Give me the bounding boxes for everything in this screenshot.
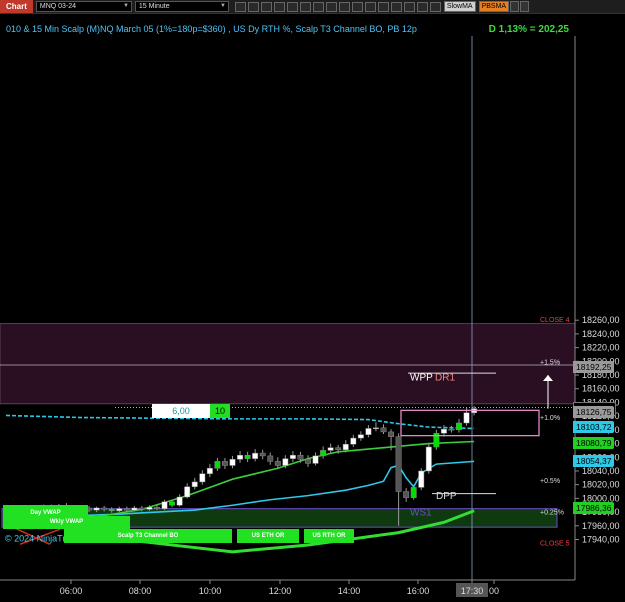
candle-body — [425, 446, 432, 472]
candle-body — [282, 458, 289, 466]
y-tick-label: 17960,00 — [582, 521, 620, 531]
y-tick-label: 17940,00 — [582, 535, 620, 545]
candle-body — [191, 481, 198, 487]
order-count-tag[interactable]: 10 — [210, 404, 230, 419]
candle-body — [123, 508, 130, 511]
candle-body — [176, 496, 183, 506]
candle-body — [342, 443, 349, 450]
chart-annotation: DPP — [436, 491, 457, 502]
y-tick-label: 18220,00 — [582, 343, 620, 353]
chart-annotation: CLOSE 5 — [540, 540, 570, 547]
x-tick-label: 12:00 — [269, 586, 292, 596]
chart-annotation: +0.25% — [540, 510, 564, 517]
candle-body — [199, 473, 206, 483]
candle-body — [146, 507, 153, 510]
x-tick-label: 08:00 — [129, 586, 152, 596]
candle-body — [357, 434, 364, 439]
price-label: 18054,37 — [573, 455, 615, 468]
candle-body — [305, 459, 311, 464]
candle-body — [184, 486, 191, 498]
candlestick-chart[interactable]: 17940,0017960,0017980,0018000,0018020,00… — [0, 0, 625, 602]
indicator-label-box: Scalp T3 Channel BO — [64, 529, 232, 544]
x-tick-label: 06:00 — [60, 586, 83, 596]
price-label: 17986,36 — [573, 501, 615, 514]
candle-body — [138, 507, 145, 510]
indicator-label-box: US RTH OR — [304, 529, 354, 544]
candle-body — [131, 507, 138, 511]
chart-annotation: +0.5% — [540, 478, 560, 485]
price-label: 18103,72 — [573, 421, 615, 434]
chart-title: 010 & 15 Min Scalp (M)NQ March 05 (1%=18… — [6, 24, 417, 34]
candle-body — [252, 452, 259, 459]
x-tick-label: 10:00 — [199, 586, 222, 596]
candle-body — [388, 431, 395, 437]
chart-annotation: DR1 — [435, 373, 455, 384]
candle-body — [229, 459, 236, 466]
candle-body — [274, 461, 281, 466]
indicator-label-box: Wkly VWAP — [3, 515, 130, 529]
candle-body — [448, 428, 455, 431]
candle-body — [116, 508, 123, 511]
x-tick-label: 17:30 — [461, 586, 484, 596]
indicator-label-box: US ETH OR — [237, 529, 299, 544]
chart-annotation: +1.5% — [540, 360, 560, 367]
candle-body — [327, 447, 334, 451]
resistance-zone — [0, 323, 576, 405]
candle-body — [237, 454, 244, 460]
candle-body — [365, 428, 372, 435]
candle-body — [267, 455, 274, 462]
candle-body — [380, 427, 387, 433]
x-tick-label: 00 — [489, 586, 499, 596]
candle-body — [403, 491, 410, 498]
candle-body — [289, 454, 296, 459]
chart-annotation: WPP — [410, 373, 433, 384]
y-tick-label: 18260,00 — [582, 315, 620, 325]
candle-body — [222, 461, 228, 466]
candle-body — [93, 507, 100, 511]
chart-annotation: +1.0% — [540, 415, 560, 422]
price-label: 18192,25 — [573, 360, 615, 373]
candle-body — [350, 437, 357, 445]
pnl-readout: D 1,13% = 202,25 — [488, 24, 569, 35]
candle-body — [169, 501, 176, 506]
candle-body — [206, 467, 213, 474]
candle-body — [410, 487, 417, 498]
series-line — [5, 414, 475, 430]
candle-body — [335, 447, 342, 450]
chart-annotation: WS1 — [410, 508, 432, 519]
price-label: 18080,79 — [573, 437, 615, 450]
x-tick-label: 14:00 — [338, 586, 361, 596]
candle-body — [154, 507, 160, 509]
candle-body — [259, 452, 266, 457]
order-quantity-tag[interactable]: 6,00 — [152, 404, 210, 419]
candle-body — [395, 436, 402, 492]
candle-body — [108, 509, 115, 511]
candle-body — [456, 422, 462, 431]
chart-annotation: CLOSE 4 — [540, 317, 570, 324]
y-tick-label: 18160,00 — [582, 384, 620, 394]
candle-body — [440, 428, 447, 434]
candle-body — [101, 507, 108, 510]
trade-box — [400, 409, 540, 437]
price-label: 18126,75 — [573, 405, 615, 418]
candle-body — [244, 454, 251, 459]
candle-body — [373, 427, 379, 430]
candle-body — [463, 412, 470, 424]
y-tick-label: 18240,00 — [582, 329, 620, 339]
y-tick-label: 18040,00 — [582, 466, 620, 476]
candle-body — [312, 455, 319, 464]
candle-body — [161, 501, 168, 509]
candle-body — [214, 461, 221, 469]
y-tick-label: 18020,00 — [582, 480, 620, 490]
candle-body — [320, 450, 327, 457]
candle-body — [297, 454, 304, 460]
x-tick-label: 16:00 — [407, 586, 430, 596]
candle-body — [418, 470, 425, 488]
